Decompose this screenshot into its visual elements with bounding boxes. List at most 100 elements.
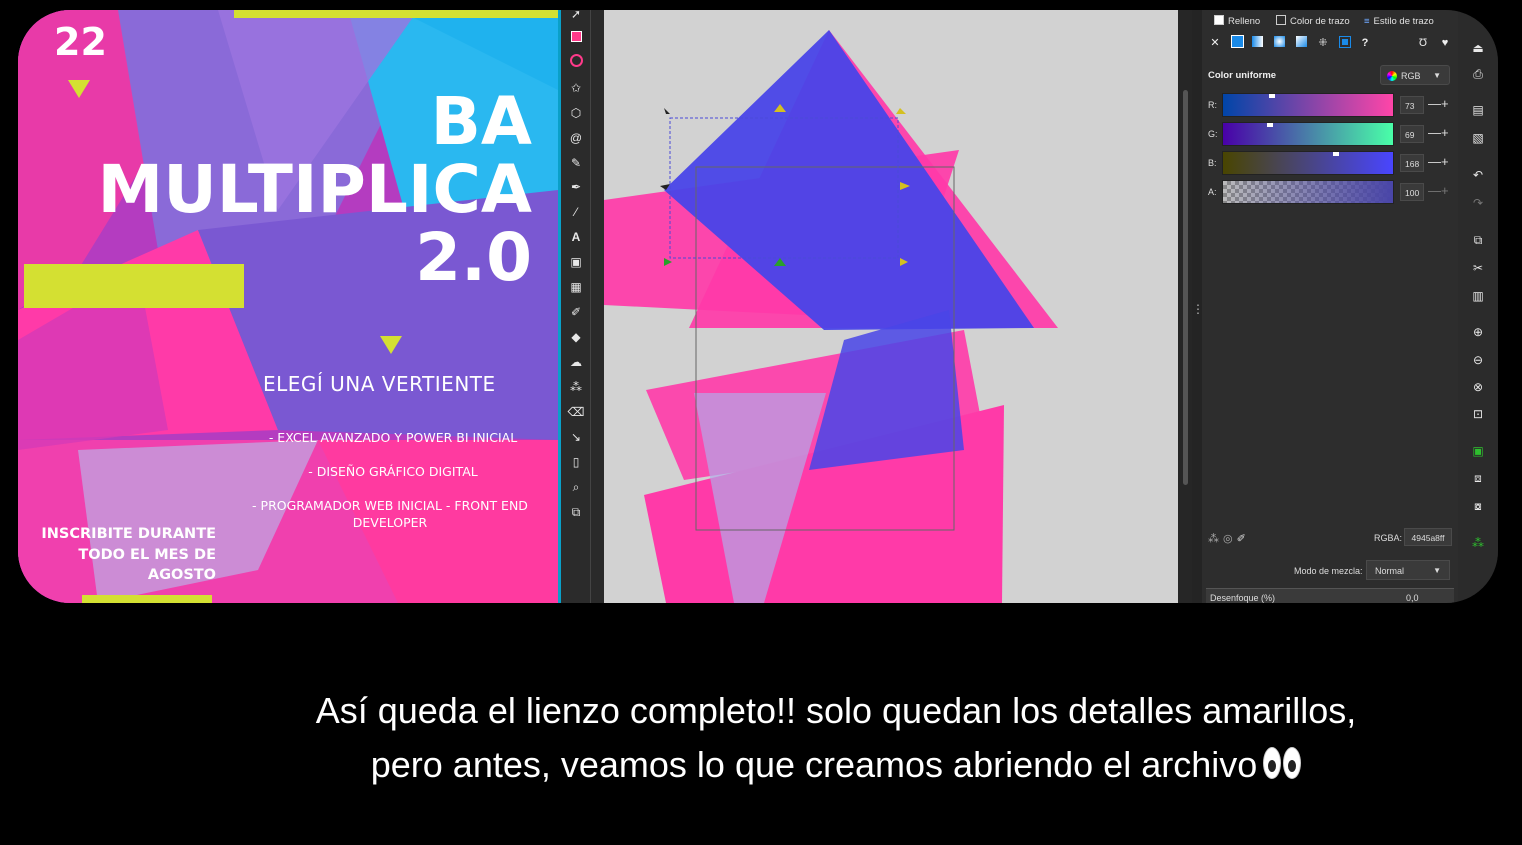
pen-icon[interactable]: ✒ [566, 177, 586, 197]
rectangle-icon[interactable] [566, 28, 586, 48]
export-icon[interactable]: ▧ [1470, 130, 1486, 146]
3d-box-icon[interactable]: ⬡ [566, 103, 586, 123]
zoom-fit-icon[interactable]: ⊡ [1470, 406, 1486, 422]
color-model-select[interactable]: RGB ▼ [1380, 65, 1450, 85]
blend-mode-value: Normal [1375, 566, 1405, 576]
scrollbar-thumb[interactable] [1183, 90, 1188, 485]
stepper-icon[interactable]: —+ [1428, 183, 1449, 199]
blend-mode-label: Modo de mezcla: [1294, 566, 1363, 576]
open-icon[interactable]: ⏏ [1470, 40, 1486, 56]
color-wheel-icon [1387, 71, 1397, 81]
linear-gradient-icon[interactable] [1250, 36, 1264, 50]
slider-marker[interactable] [1267, 123, 1273, 127]
fill-stroke-panel: Relleno Color de trazo ≡ Estilo de trazo … [1202, 10, 1458, 603]
tab-fill[interactable]: Relleno [1214, 14, 1260, 30]
stepper-icon[interactable]: —+ [1428, 154, 1449, 170]
poster-cta: INSCRIBITE DURANTE TODO EL MES DE AGOSTO [41, 526, 216, 583]
dropper-icon[interactable]: ✐ [566, 302, 586, 322]
green-slider[interactable] [1222, 122, 1394, 146]
uniform-color-label: Color uniforme [1208, 70, 1277, 81]
channel-value[interactable]: 100 [1400, 183, 1424, 201]
toolbox: ➚ ✩ ⬡ @ ✎ ✒ ⁄ A ▣ ▦ ✐ ◆ ☁ ⁂ ⌫ ↘ ▯ ⌕ ⧉ [558, 10, 590, 603]
star-icon[interactable]: ✩ [566, 78, 586, 98]
no-paint-icon[interactable]: ✕ [1208, 36, 1222, 50]
caption-line: pero antes, veamos lo que creamos abrien… [370, 744, 1258, 785]
color-scales-icon[interactable]: ⁂ [1208, 533, 1223, 545]
tweak-icon[interactable]: ☁ [566, 352, 586, 372]
zoom-icon[interactable]: ⌕ [566, 477, 586, 497]
eyedropper-icon[interactable]: ✐ [1237, 533, 1250, 545]
pages-icon[interactable]: ▯ [566, 452, 586, 472]
tab-fill-label: Relleno [1228, 16, 1261, 27]
fill-rule-nonzero-icon[interactable]: ♥ [1438, 36, 1452, 50]
cut-icon[interactable]: ✂ [1470, 260, 1486, 276]
channel-value[interactable]: 69 [1400, 125, 1424, 143]
fill-rule-evenodd-icon[interactable]: Ʊ [1416, 36, 1430, 50]
copy-icon[interactable]: ⧉ [1470, 232, 1486, 248]
blur-value: 0,0 [1406, 593, 1419, 603]
text-icon[interactable]: A [566, 227, 586, 247]
selector-icon[interactable]: ➚ [566, 10, 586, 24]
channel-value[interactable]: 168 [1400, 154, 1424, 172]
poster-course-item: - DISEÑO GRÁFICO DIGITAL [308, 464, 478, 479]
measure-icon[interactable]: ⧉ [566, 502, 586, 522]
tab-stroke-style[interactable]: ≡ Estilo de trazo [1364, 14, 1434, 30]
clone-icon[interactable]: ⧈ [1470, 470, 1486, 486]
eraser-icon[interactable]: ⌫ [566, 402, 586, 422]
import-icon[interactable]: ▤ [1470, 102, 1486, 118]
ellipse-icon[interactable] [566, 53, 586, 73]
zoom-selection-icon[interactable]: ⊕ [1470, 324, 1486, 340]
duplicate-icon[interactable]: ▣ [1470, 443, 1486, 459]
mesh-gradient-icon[interactable] [1294, 36, 1308, 50]
canvas-shapes [604, 30, 1058, 603]
pattern-icon[interactable]: ⁜ [1316, 36, 1330, 50]
connector-icon[interactable]: ↘ [566, 427, 586, 447]
slider-marker[interactable] [1333, 152, 1339, 156]
blue-slider[interactable] [1222, 151, 1394, 175]
rgba-label: RGBA: [1374, 533, 1403, 543]
paint-bucket-icon[interactable]: ◆ [566, 327, 586, 347]
unset-paint-icon[interactable]: ? [1358, 36, 1372, 50]
swatch-icon[interactable] [1338, 36, 1352, 50]
poster-year: 22 [54, 20, 107, 64]
fill-tab-icon [1214, 15, 1224, 25]
spiral-icon[interactable]: @ [566, 128, 586, 148]
tab-stroke-paint[interactable]: Color de trazo [1276, 14, 1350, 30]
unlink-clone-icon[interactable]: ⧇ [1470, 498, 1486, 514]
slider-marker[interactable] [1269, 94, 1275, 98]
vertical-scrollbar[interactable] [1178, 10, 1192, 603]
stroke-style-icon: ≡ [1364, 16, 1370, 27]
undo-icon[interactable]: ↶ [1470, 167, 1486, 183]
stepper-icon[interactable]: —+ [1428, 125, 1449, 141]
poster-preview: 22 BA MULTIPLICA 2.0 ELEGÍ UNA VERTIENTE… [18, 10, 558, 603]
radial-gradient-icon[interactable] [1272, 36, 1286, 50]
commands-bar: ⏏ ⎙ ▤ ▧ ↶ ↷ ⧉ ✂ ▥ ⊕ ⊖ ⊗ ⊡ ▣ ⧈ ⧇ ⁂ [1458, 10, 1498, 603]
alpha-slider[interactable] [1222, 180, 1394, 204]
zoom-drawing-icon[interactable]: ⊖ [1470, 352, 1486, 368]
caption-line: Así queda el lienzo completo!! solo qued… [315, 690, 1357, 731]
channel-value[interactable]: 73 [1400, 96, 1424, 114]
stepper-icon[interactable]: —+ [1428, 96, 1449, 112]
panel-splitter[interactable]: ⋮ [1192, 10, 1204, 603]
zoom-page-icon[interactable]: ⊗ [1470, 379, 1486, 395]
color-wheel-mode-icon[interactable]: ◎ [1223, 533, 1237, 545]
paste-icon[interactable]: ▥ [1470, 288, 1486, 304]
eyes-emoji-icon [1263, 747, 1302, 781]
redo-icon[interactable]: ↷ [1470, 195, 1486, 211]
blend-mode-select[interactable]: Normal ▼ [1366, 560, 1450, 580]
spray-icon[interactable]: ⁂ [566, 377, 586, 397]
gradient-icon[interactable]: ▣ [566, 252, 586, 272]
channel-row-alpha: A: 100 —+ [1206, 179, 1454, 205]
drawing-canvas[interactable] [604, 10, 1178, 603]
blur-slider[interactable]: Desenfoque (%) 0,0 [1206, 588, 1454, 603]
mesh-icon[interactable]: ▦ [566, 277, 586, 297]
pencil-icon[interactable]: ✎ [566, 153, 586, 173]
rgba-input[interactable]: 4945a8ff [1404, 528, 1452, 546]
poster-title-line: MULTIPLICA [97, 151, 532, 228]
calligraphy-icon[interactable]: ⁄ [566, 202, 586, 222]
eye-left-icon [1263, 747, 1282, 779]
print-icon[interactable]: ⎙ [1470, 66, 1486, 82]
group-icon[interactable]: ⁂ [1470, 535, 1486, 551]
red-slider[interactable] [1222, 93, 1394, 117]
flat-color-icon[interactable] [1230, 35, 1244, 50]
